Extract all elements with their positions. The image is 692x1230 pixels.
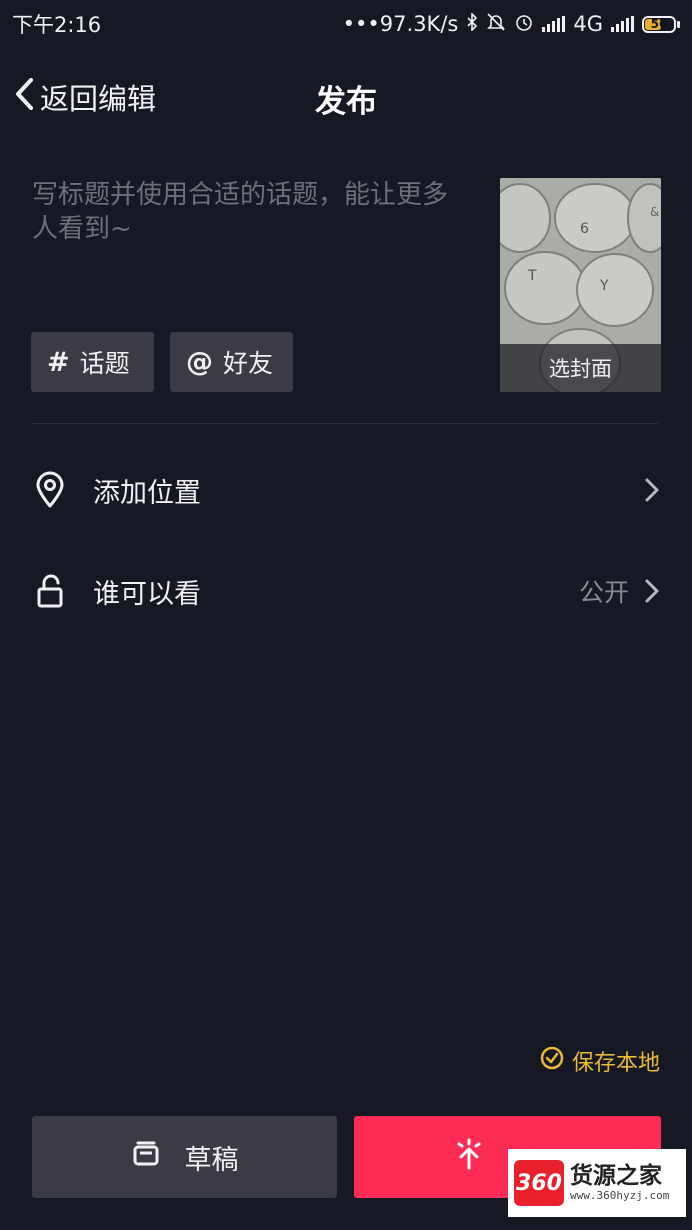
signal-icon: [542, 16, 566, 32]
battery-icon: 56: [642, 15, 680, 33]
network-type: 4G: [573, 12, 603, 36]
watermark-text: 货源之家 www.360hyzj.com: [570, 1163, 670, 1202]
caption-placeholder: 写标题并使用合适的话题，能让更多人看到~: [32, 180, 449, 244]
header: 返回编辑 发布: [0, 60, 692, 136]
watermark-logo: 360: [514, 1160, 564, 1206]
svg-text:T: T: [527, 268, 537, 284]
status-indicators: •••97.3K/s 4G 56: [343, 12, 680, 36]
caption-input[interactable]: 写标题并使用合适的话题，能让更多人看到~: [32, 178, 472, 298]
divider: [31, 423, 658, 424]
watermark: 360 货源之家 www.360hyzj.com: [508, 1149, 686, 1217]
signal-icon: [611, 16, 634, 32]
check-circle-icon: [540, 1046, 564, 1076]
svg-text:Y: Y: [599, 278, 609, 294]
bluetooth-icon: [466, 12, 478, 35]
at-icon: @: [186, 346, 213, 378]
status-bar: 下午2:16 •••97.3K/s 4G 56: [0, 0, 692, 48]
location-pin-icon: [32, 470, 68, 510]
mention-friend-button[interactable]: @ 好友: [170, 332, 293, 392]
svg-text:&: &: [650, 205, 659, 219]
status-time: 下午2:16: [12, 13, 102, 37]
hashtag-icon: #: [47, 346, 70, 378]
topic-button[interactable]: # 话题: [31, 332, 154, 392]
tag-buttons: # 话题 @ 好友: [31, 332, 293, 392]
alarm-icon: [514, 12, 534, 36]
privacy-value: 公开: [578, 578, 629, 607]
network-speed: •••97.3K/s: [342, 12, 459, 36]
cover-thumbnail[interactable]: 6 T Y & 选封面: [500, 178, 661, 392]
svg-text:6: 6: [580, 221, 589, 237]
who-can-view-label: 谁可以看: [93, 578, 201, 610]
battery-level: 56: [650, 16, 668, 31]
unlock-icon: [32, 571, 68, 611]
page-title: 发布: [315, 84, 377, 120]
watermark-title: 货源之家: [570, 1163, 662, 1190]
save-local-toggle[interactable]: 保存本地: [540, 1045, 660, 1077]
draft-label: 草稿: [184, 1144, 239, 1176]
draft-box-icon: [131, 1141, 161, 1174]
select-cover-label: 选封面: [500, 344, 661, 392]
topic-label: 话题: [79, 349, 130, 378]
save-local-label: 保存本地: [571, 1051, 660, 1076]
chevron-right-icon: [642, 477, 662, 503]
mute-icon: [486, 12, 506, 36]
who-can-view-row[interactable]: 谁可以看 公开: [0, 551, 692, 631]
chevron-right-icon: [642, 578, 662, 604]
friend-label: 好友: [223, 349, 274, 378]
publish-arrow-icon: [454, 1138, 484, 1177]
add-location-row[interactable]: 添加位置: [0, 450, 692, 530]
watermark-url: www.360hyzj.com: [570, 1188, 670, 1202]
add-location-label: 添加位置: [93, 477, 201, 509]
draft-button[interactable]: 草稿: [32, 1116, 337, 1198]
